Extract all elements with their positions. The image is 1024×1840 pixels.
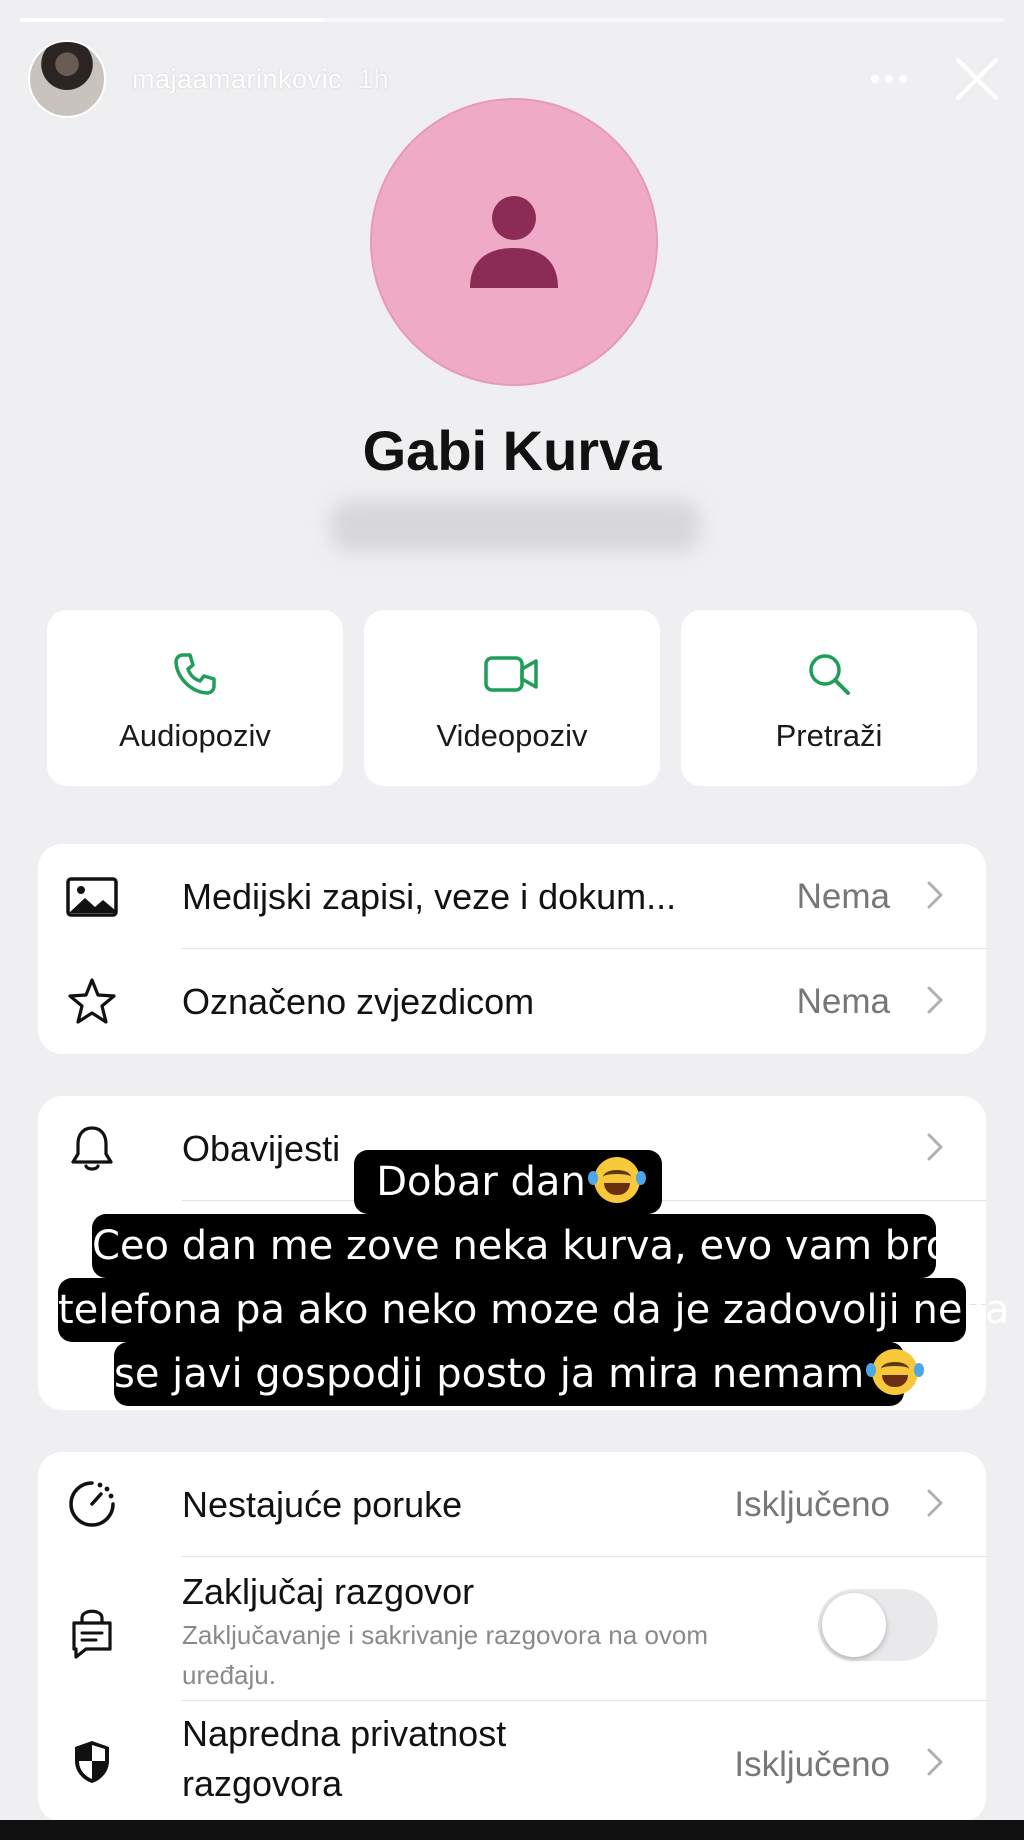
story-progress-bar: [20, 18, 1004, 22]
story-time: 1h: [358, 64, 390, 94]
person-icon: [470, 196, 558, 288]
toggle-knob: [822, 1593, 886, 1657]
story-username[interactable]: majaamarinkovic 1h: [132, 64, 389, 95]
privacy-card: Nestajuće poruke Isključeno Zaključaj ra…: [38, 1452, 986, 1820]
video-call-button[interactable]: Videopoziv: [364, 610, 660, 786]
advanced-privacy-row[interactable]: Napredna privatnost razgovora Isključeno: [38, 1701, 986, 1820]
image-icon: [66, 877, 118, 917]
caption-line-4: se javi gospodji posto ja mira nemam: [114, 1342, 925, 1406]
video-call-label: Videopoziv: [436, 718, 588, 753]
media-links-docs-row[interactable]: Medijski zapisi, veze i dokum... Nema: [38, 844, 986, 948]
story-user-avatar[interactable]: [28, 40, 106, 118]
disappearing-row-title: Nestajuće poruke: [182, 1484, 463, 1525]
search-label: Pretraži: [775, 718, 883, 753]
chevron-right-icon: [927, 1133, 943, 1161]
lock-chat-title: Zaključaj razgovor: [182, 1571, 475, 1612]
shield-icon: [75, 1741, 109, 1783]
advanced-privacy-title-line2: razgovora: [182, 1763, 343, 1804]
action-buttons: Audiopoziv Videopoziv Pretraži: [47, 610, 977, 786]
laughing-emoji-icon: [587, 1157, 646, 1203]
starred-messages-row[interactable]: Označeno zvjezdicom Nema: [38, 949, 986, 1054]
video-camera-icon: [484, 656, 538, 692]
chevron-right-icon: [927, 1489, 943, 1517]
caption-line-1-text: Dobar dan: [376, 1159, 586, 1205]
notifications-row-title: Obavijesti: [182, 1128, 341, 1169]
search-icon: [809, 654, 850, 695]
contact-avatar[interactable]: [370, 98, 658, 386]
phone-icon: [174, 653, 216, 695]
caption-line-1: Dobar dan: [354, 1150, 662, 1214]
bell-icon: [71, 1126, 113, 1171]
lock-chat-subtitle: Zaključavanje i sakrivanje razgovora na …: [182, 1620, 709, 1690]
story-screen: majaamarinkovic 1h Gabi Kurva Audiopoziv: [0, 0, 1024, 1820]
media-row-value: Nema: [796, 877, 890, 916]
disappearing-row-value: Isključeno: [734, 1485, 890, 1524]
caption-line-3: telefona pa ako neko moze da je zadovolj…: [58, 1278, 1009, 1342]
advanced-privacy-title: Napredna privatnost razgovora: [182, 1709, 506, 1809]
lock-chat-icon: [72, 1609, 112, 1659]
advanced-privacy-value: Isključeno: [734, 1745, 890, 1784]
media-card: Medijski zapisi, veze i dokum... Nema Oz…: [38, 844, 986, 1054]
contact-phone-blurred: [330, 500, 700, 552]
starred-row-title: Označeno zvjezdicom: [182, 981, 535, 1022]
disappearing-messages-row[interactable]: Nestajuće poruke Isključeno: [38, 1452, 986, 1556]
timer-icon: [69, 1481, 115, 1527]
lock-chat-toggle[interactable]: [818, 1589, 938, 1661]
laughing-emoji-icon: [866, 1349, 925, 1395]
starred-row-value: Nema: [796, 982, 890, 1021]
story-username-text: majaamarinkovic: [132, 64, 343, 94]
chevron-right-icon: [927, 881, 943, 909]
caption-line-4-text: se javi gospodji posto ja mira nemam: [114, 1351, 865, 1397]
story-progress-fill: [20, 18, 326, 22]
chevron-right-icon: [927, 1748, 943, 1776]
search-button[interactable]: Pretraži: [681, 610, 977, 786]
close-icon[interactable]: [952, 54, 1002, 104]
caption-line-2: Ceo dan me zove neka kurva, evo vam broj: [92, 1214, 961, 1278]
audio-call-label: Audiopoziv: [119, 718, 271, 753]
chevron-right-icon: [927, 986, 943, 1014]
lock-chat-row: Zaključaj razgovor Zaključavanje i sakri…: [38, 1557, 986, 1700]
media-row-title: Medijski zapisi, veze i dokum...: [182, 876, 677, 917]
advanced-privacy-title-line1: Napredna privatnost: [182, 1713, 507, 1754]
star-icon: [68, 978, 116, 1024]
audio-call-button[interactable]: Audiopoziv: [47, 610, 343, 786]
contact-name: Gabi Kurva: [362, 419, 662, 482]
more-options-icon[interactable]: [866, 64, 912, 94]
